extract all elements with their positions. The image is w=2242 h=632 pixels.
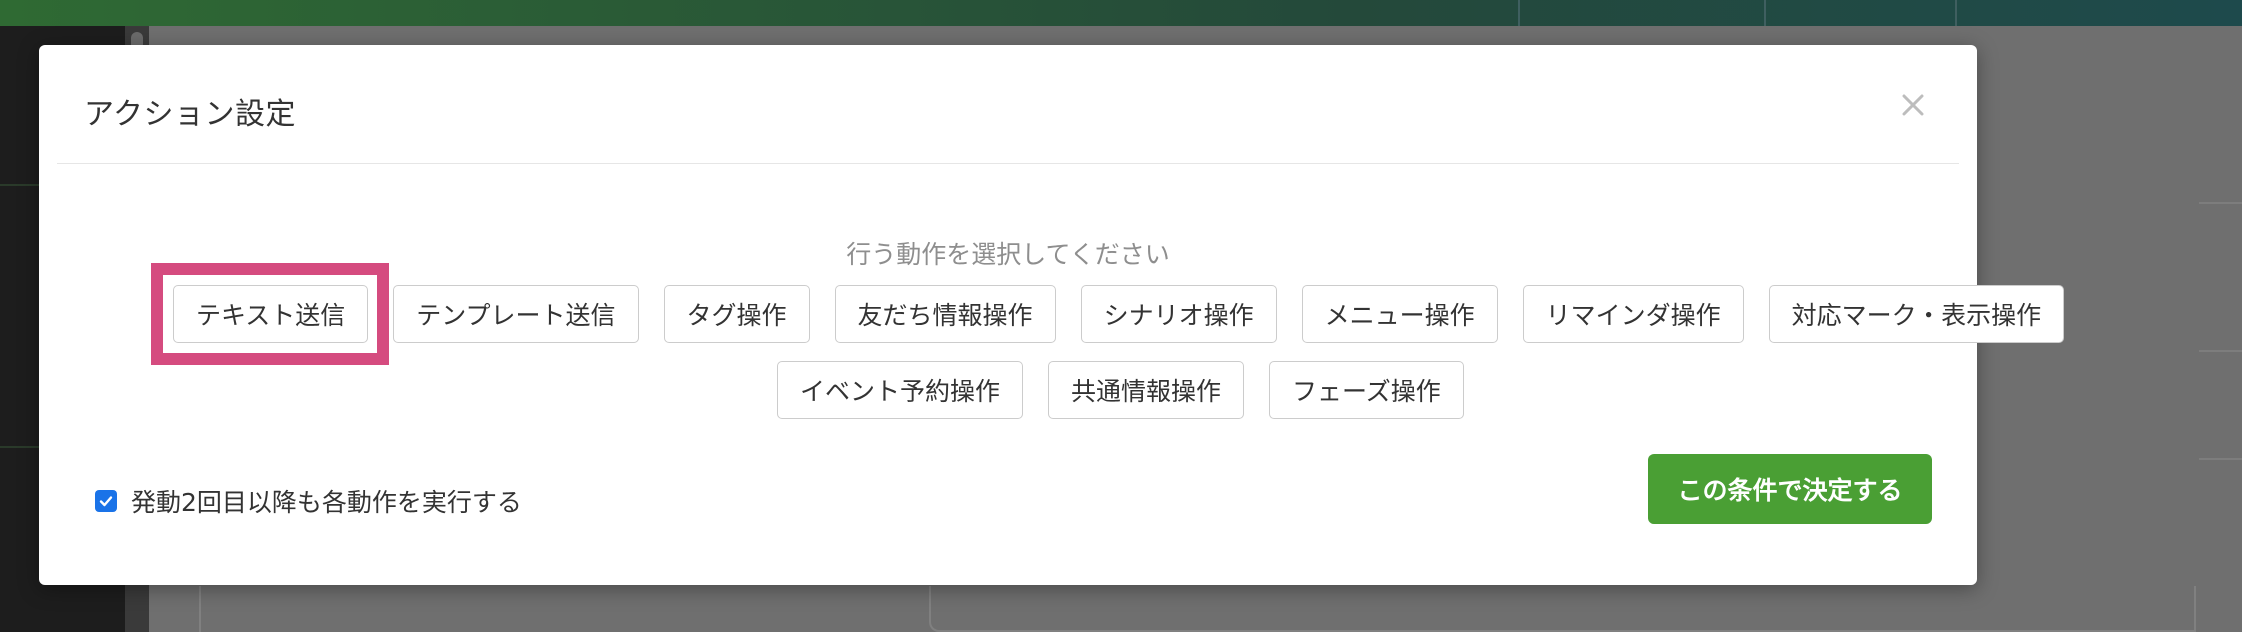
action-settings-modal: アクション設定 行う動作を選択してください テキスト送信 テンプレート送信 タグ…: [39, 45, 2065, 585]
header-divider: [57, 163, 1959, 164]
action-tag-button[interactable]: タグ操作: [663, 285, 810, 343]
action-scenario-button[interactable]: シナリオ操作: [1080, 285, 1277, 343]
modal-title: アクション設定: [84, 97, 296, 132]
checkbox-checked-icon[interactable]: [95, 490, 117, 512]
action-common-info-button[interactable]: 共通情報操作: [1048, 361, 1245, 419]
action-menu-button[interactable]: メニュー操作: [1301, 285, 1498, 343]
top-bar-separator: [1955, 0, 1957, 26]
instruction-text: 行う動作を選択してください: [846, 240, 1170, 269]
action-event-booking-button[interactable]: イベント予約操作: [777, 361, 1024, 419]
action-text-send-button[interactable]: テキスト送信: [173, 285, 369, 343]
action-phase-button[interactable]: フェーズ操作: [1269, 361, 1464, 419]
content-row-divider: [2199, 202, 2242, 204]
action-button-row: イベント予約操作 共通情報操作 フェーズ操作: [777, 361, 1464, 419]
confirm-button[interactable]: この条件で決定する: [1648, 454, 1932, 524]
action-template-send-button[interactable]: テンプレート送信: [393, 285, 639, 343]
page: アクション設定 行う動作を選択してください テキスト送信 テンプレート送信 タグ…: [0, 0, 2242, 632]
background-top-bar: [0, 0, 2242, 26]
action-button-row: テキスト送信 テンプレート送信 タグ操作 友だち情報操作 シナリオ操作 メニュー…: [173, 285, 2065, 343]
top-bar-separator: [1764, 0, 1766, 26]
close-icon[interactable]: [1893, 85, 1933, 125]
action-friend-info-button[interactable]: 友だち情報操作: [834, 285, 1056, 343]
repeat-actions-checkbox[interactable]: 発動2回目以降も各動作を実行する: [95, 483, 522, 519]
action-mark-display-button[interactable]: 対応マーク・表示操作: [1768, 285, 2065, 343]
action-reminder-button[interactable]: リマインダ操作: [1522, 285, 1744, 343]
content-row-divider: [2199, 458, 2242, 460]
top-bar-separator: [1518, 0, 1520, 26]
content-row-divider: [2199, 350, 2242, 352]
checkbox-label: 発動2回目以降も各動作を実行する: [131, 488, 522, 517]
content-frame: [929, 586, 2196, 632]
